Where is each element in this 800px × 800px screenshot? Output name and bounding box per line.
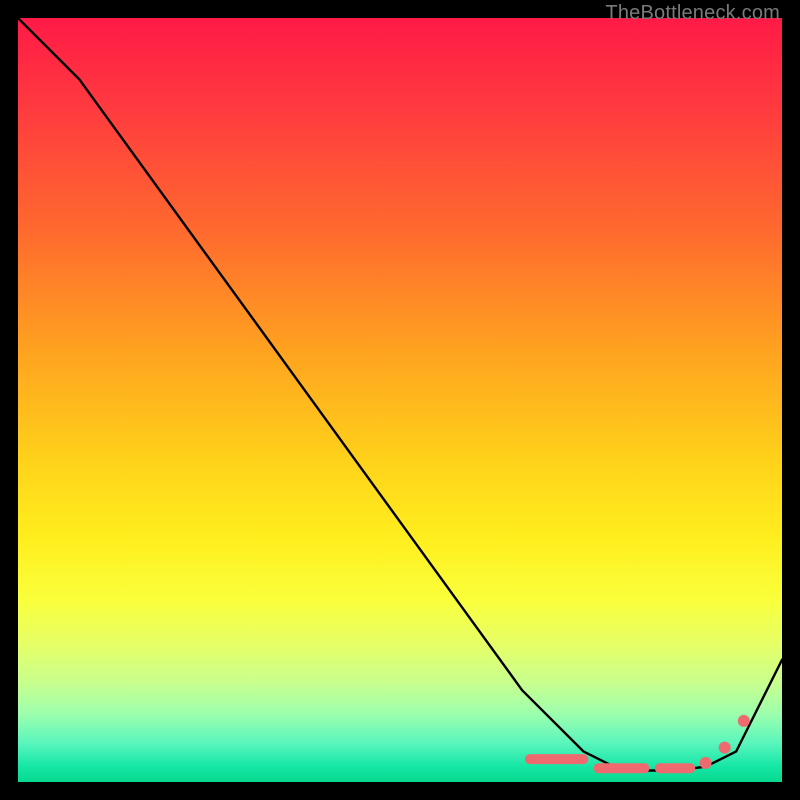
marker-dot [719, 742, 731, 754]
marker-dot [738, 715, 750, 727]
plot-area [18, 18, 782, 782]
curve-layer [18, 18, 782, 782]
bottleneck-curve [18, 18, 782, 771]
watermark-text: TheBottleneck.com [605, 2, 780, 25]
marker-dot [700, 757, 712, 769]
chart-frame: TheBottleneck.com [0, 0, 800, 800]
